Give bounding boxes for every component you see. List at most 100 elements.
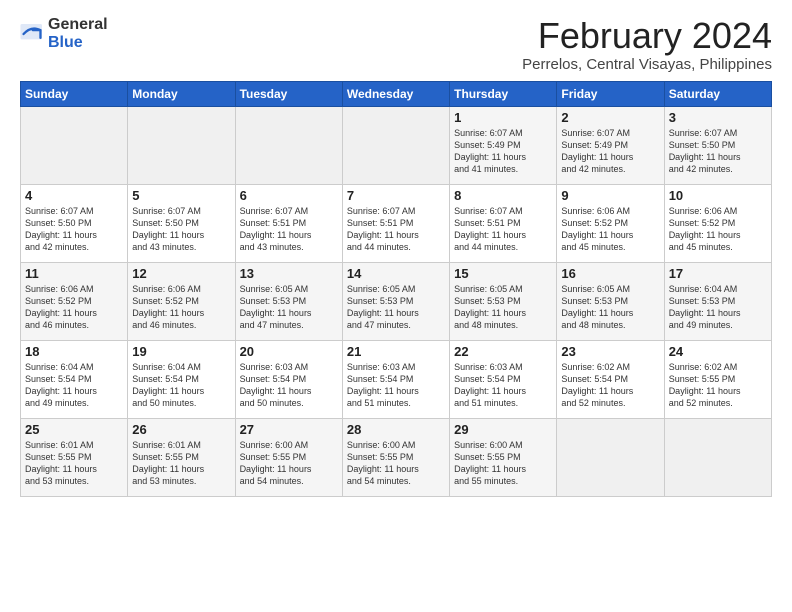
day-number: 23 — [561, 344, 659, 359]
calendar-cell: 29Sunrise: 6:00 AM Sunset: 5:55 PM Dayli… — [450, 418, 557, 496]
day-number: 28 — [347, 422, 445, 437]
day-info: Sunrise: 6:07 AM Sunset: 5:50 PM Dayligh… — [669, 127, 767, 176]
calendar-header-row: Sunday Monday Tuesday Wednesday Thursday… — [21, 81, 772, 106]
day-number: 17 — [669, 266, 767, 281]
day-number: 12 — [132, 266, 230, 281]
day-number: 22 — [454, 344, 552, 359]
calendar-cell: 27Sunrise: 6:00 AM Sunset: 5:55 PM Dayli… — [235, 418, 342, 496]
day-number: 18 — [25, 344, 123, 359]
day-number: 26 — [132, 422, 230, 437]
day-info: Sunrise: 6:06 AM Sunset: 5:52 PM Dayligh… — [132, 283, 230, 332]
page: General Blue February 2024 Perrelos, Cen… — [0, 0, 792, 507]
calendar-cell: 24Sunrise: 6:02 AM Sunset: 5:55 PM Dayli… — [664, 340, 771, 418]
logo-general-text: General — [48, 16, 108, 33]
calendar-cell: 23 Sunrise: 6:02 AM Sunset: 5:54 PM Dayli… — [557, 340, 664, 418]
day-info: Sunrise: 6:06 AM Sunset: 5:52 PM Dayligh… — [561, 205, 659, 254]
calendar-cell: 5 Sunrise: 6:07 AM Sunset: 5:50 PM Daylig… — [128, 184, 235, 262]
day-number: 24 — [669, 344, 767, 359]
calendar-table: Sunday Monday Tuesday Wednesday Thursday… — [20, 81, 772, 497]
calendar-cell — [557, 418, 664, 496]
col-saturday: Saturday — [664, 81, 771, 106]
calendar-cell: 12 Sunrise: 6:06 AM Sunset: 5:52 PM Dayli… — [128, 262, 235, 340]
calendar-cell: 20 Sunrise: 6:03 AM Sunset: 5:54 PM Dayli… — [235, 340, 342, 418]
day-number: 21 — [347, 344, 445, 359]
day-number: 16 — [561, 266, 659, 281]
day-number: 14 — [347, 266, 445, 281]
day-info: Sunrise: 6:07 AM Sunset: 5:51 PM Dayligh… — [454, 205, 552, 254]
calendar-cell — [664, 418, 771, 496]
calendar-cell — [342, 106, 449, 184]
col-friday: Friday — [557, 81, 664, 106]
day-number: 10 — [669, 188, 767, 203]
day-number: 11 — [25, 266, 123, 281]
calendar-cell: 13 Sunrise: 6:05 AM Sunset: 5:53 PM Dayli… — [235, 262, 342, 340]
col-thursday: Thursday — [450, 81, 557, 106]
day-info: Sunrise: 6:06 AM Sunset: 5:52 PM Dayligh… — [669, 205, 767, 254]
main-title: February 2024 — [522, 16, 772, 56]
calendar-cell — [21, 106, 128, 184]
day-number: 2 — [561, 110, 659, 125]
day-info: Sunrise: 6:03 AM Sunset: 5:54 PM Dayligh… — [454, 361, 552, 410]
day-number: 8 — [454, 188, 552, 203]
calendar-cell: 17 Sunrise: 6:04 AM Sunset: 5:53 PM Dayli… — [664, 262, 771, 340]
subtitle: Perrelos, Central Visayas, Philippines — [522, 56, 772, 73]
day-info: Sunrise: 6:04 AM Sunset: 5:54 PM Dayligh… — [25, 361, 123, 410]
day-info: Sunrise: 6:07 AM Sunset: 5:51 PM Dayligh… — [347, 205, 445, 254]
day-info: Sunrise: 6:07 AM Sunset: 5:50 PM Dayligh… — [25, 205, 123, 254]
day-info: Sunrise: 6:05 AM Sunset: 5:53 PM Dayligh… — [240, 283, 338, 332]
col-sunday: Sunday — [21, 81, 128, 106]
day-number: 5 — [132, 188, 230, 203]
day-info: Sunrise: 6:01 AM Sunset: 5:55 PM Dayligh… — [25, 439, 123, 488]
calendar-cell — [235, 106, 342, 184]
day-info: Sunrise: 6:07 AM Sunset: 5:49 PM Dayligh… — [561, 127, 659, 176]
day-info: Sunrise: 6:03 AM Sunset: 5:54 PM Dayligh… — [240, 361, 338, 410]
calendar-cell: 11 Sunrise: 6:06 AM Sunset: 5:52 PM Dayli… — [21, 262, 128, 340]
calendar-cell: 15 Sunrise: 6:05 AM Sunset: 5:53 PM Dayli… — [450, 262, 557, 340]
day-info: Sunrise: 6:07 AM Sunset: 5:49 PM Dayligh… — [454, 127, 552, 176]
calendar-cell: 10 Sunrise: 6:06 AM Sunset: 5:52 PM Dayli… — [664, 184, 771, 262]
calendar-cell: 21 Sunrise: 6:03 AM Sunset: 5:54 PM Dayli… — [342, 340, 449, 418]
calendar-cell: 22 Sunrise: 6:03 AM Sunset: 5:54 PM Dayli… — [450, 340, 557, 418]
calendar-cell: 8 Sunrise: 6:07 AM Sunset: 5:51 PM Daylig… — [450, 184, 557, 262]
logo-blue-text: Blue — [48, 34, 83, 51]
week-row-3: 11 Sunrise: 6:06 AM Sunset: 5:52 PM Dayli… — [21, 262, 772, 340]
header: General Blue February 2024 Perrelos, Cen… — [20, 16, 772, 73]
day-info: Sunrise: 6:07 AM Sunset: 5:50 PM Dayligh… — [132, 205, 230, 254]
day-number: 15 — [454, 266, 552, 281]
calendar-cell: 14 Sunrise: 6:05 AM Sunset: 5:53 PM Dayli… — [342, 262, 449, 340]
col-wednesday: Wednesday — [342, 81, 449, 106]
day-info: Sunrise: 6:06 AM Sunset: 5:52 PM Dayligh… — [25, 283, 123, 332]
calendar-cell: 9 Sunrise: 6:06 AM Sunset: 5:52 PM Daylig… — [557, 184, 664, 262]
day-info: Sunrise: 6:04 AM Sunset: 5:54 PM Dayligh… — [132, 361, 230, 410]
day-info: Sunrise: 6:03 AM Sunset: 5:54 PM Dayligh… — [347, 361, 445, 410]
day-number: 13 — [240, 266, 338, 281]
calendar-cell: 26Sunrise: 6:01 AM Sunset: 5:55 PM Dayli… — [128, 418, 235, 496]
day-info: Sunrise: 6:00 AM Sunset: 5:55 PM Dayligh… — [347, 439, 445, 488]
day-number: 9 — [561, 188, 659, 203]
logo-icon — [20, 24, 44, 44]
calendar-cell: 6Sunrise: 6:07 AM Sunset: 5:51 PM Daylig… — [235, 184, 342, 262]
calendar-cell: 3Sunrise: 6:07 AM Sunset: 5:50 PM Daylig… — [664, 106, 771, 184]
day-info: Sunrise: 6:00 AM Sunset: 5:55 PM Dayligh… — [240, 439, 338, 488]
day-number: 4 — [25, 188, 123, 203]
day-number: 6 — [240, 188, 338, 203]
day-info: Sunrise: 6:02 AM Sunset: 5:54 PM Dayligh… — [561, 361, 659, 410]
col-monday: Monday — [128, 81, 235, 106]
calendar-cell: 2 Sunrise: 6:07 AM Sunset: 5:49 PM Daylig… — [557, 106, 664, 184]
week-row-5: 25 Sunrise: 6:01 AM Sunset: 5:55 PM Dayli… — [21, 418, 772, 496]
day-number: 29 — [454, 422, 552, 437]
calendar-cell: 16 Sunrise: 6:05 AM Sunset: 5:53 PM Dayli… — [557, 262, 664, 340]
day-number: 7 — [347, 188, 445, 203]
day-info: Sunrise: 6:04 AM Sunset: 5:53 PM Dayligh… — [669, 283, 767, 332]
calendar-cell: 25 Sunrise: 6:01 AM Sunset: 5:55 PM Dayli… — [21, 418, 128, 496]
week-row-4: 18 Sunrise: 6:04 AM Sunset: 5:54 PM Dayli… — [21, 340, 772, 418]
calendar-cell — [128, 106, 235, 184]
day-number: 20 — [240, 344, 338, 359]
logo: General Blue — [20, 16, 108, 52]
day-info: Sunrise: 6:05 AM Sunset: 5:53 PM Dayligh… — [561, 283, 659, 332]
day-number: 25 — [25, 422, 123, 437]
day-info: Sunrise: 6:05 AM Sunset: 5:53 PM Dayligh… — [454, 283, 552, 332]
week-row-2: 4 Sunrise: 6:07 AM Sunset: 5:50 PM Daylig… — [21, 184, 772, 262]
calendar-cell: 7 Sunrise: 6:07 AM Sunset: 5:51 PM Daylig… — [342, 184, 449, 262]
day-info: Sunrise: 6:05 AM Sunset: 5:53 PM Dayligh… — [347, 283, 445, 332]
